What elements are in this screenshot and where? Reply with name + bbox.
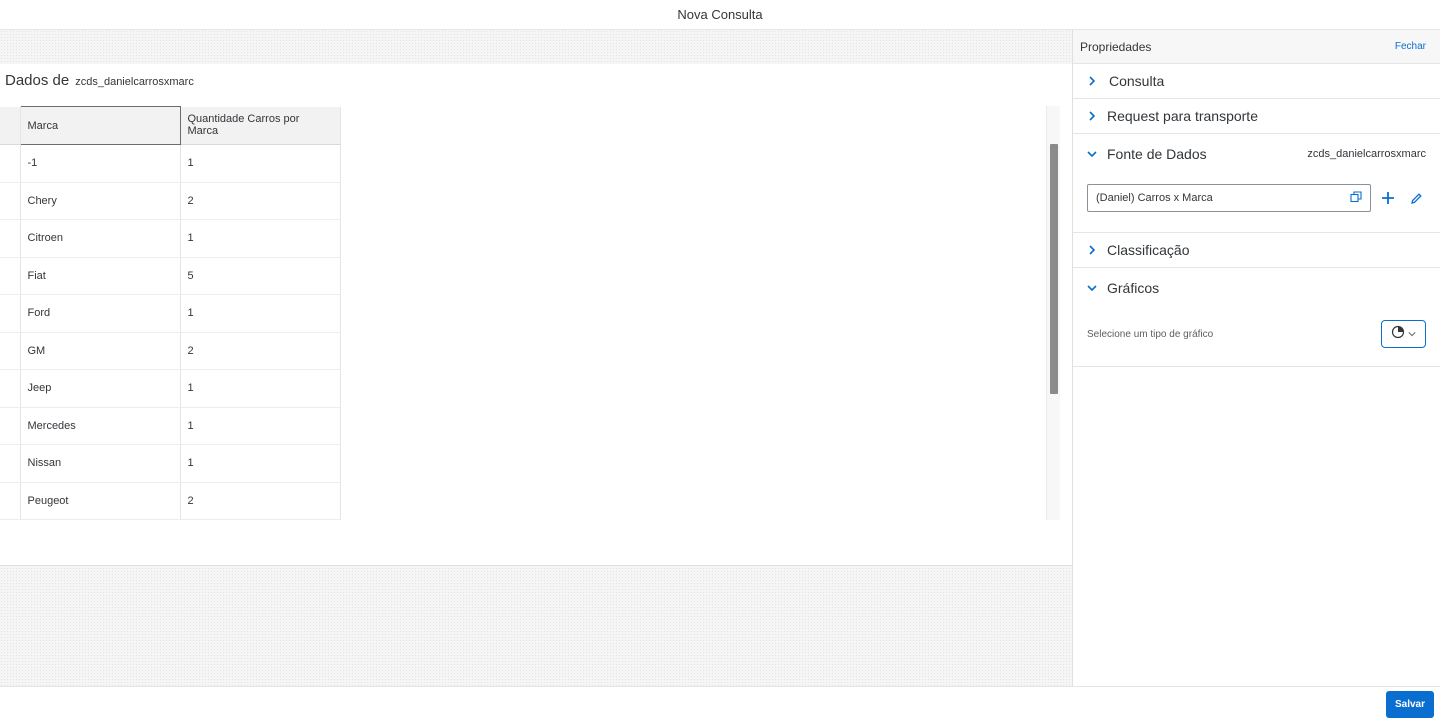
chevron-down-icon <box>1087 149 1097 159</box>
chevron-right-icon <box>1087 76 1097 86</box>
table-row: Jeep 1 <box>0 369 341 408</box>
row-selector <box>0 482 21 520</box>
table-row: -1 1 <box>0 144 341 183</box>
section-header-fonte[interactable]: Fonte de Dados zcds_danielcarrosxmarc <box>1087 134 1426 174</box>
scrollbar-thumb[interactable] <box>1050 144 1058 394</box>
data-title-label: Dados de <box>5 72 70 89</box>
save-button[interactable]: Salvar <box>1386 691 1434 718</box>
table-row: Ford 1 <box>0 294 341 333</box>
table-row: Fiat 5 <box>0 257 341 295</box>
table-row: GM 2 <box>0 332 341 370</box>
table-cell[interactable]: 1 <box>180 369 341 408</box>
chevron-down-icon <box>1408 325 1416 343</box>
table-cell[interactable]: Chery <box>20 182 181 220</box>
table-cell[interactable]: 2 <box>180 182 341 220</box>
section-label: Consulta <box>1109 73 1165 89</box>
title-bar: Nova Consulta <box>0 0 1440 30</box>
section-fonte-de-dados: Fonte de Dados zcds_danielcarrosxmarc (D… <box>1073 134 1440 233</box>
table-cell[interactable]: Peugeot <box>20 482 181 520</box>
chart-type-icon <box>1391 325 1405 344</box>
section-label: Gráficos <box>1107 280 1160 296</box>
table-cell[interactable]: Mercedes <box>20 407 181 445</box>
table-vertical-scrollbar[interactable] <box>1046 106 1060 520</box>
table-cell[interactable]: 2 <box>180 482 341 520</box>
table-cell[interactable]: 1 <box>180 407 341 445</box>
chart-type-select[interactable] <box>1381 320 1426 348</box>
row-selector <box>0 369 21 408</box>
section-label: Request para transporte <box>1107 108 1258 124</box>
section-header-classificacao[interactable]: Classificação <box>1087 233 1426 267</box>
table-cell[interactable]: 1 <box>180 444 341 483</box>
section-header-request[interactable]: Request para transporte <box>1087 99 1426 133</box>
table-cell[interactable]: 2 <box>180 332 341 370</box>
column-header-marca[interactable]: Marca <box>19 106 181 145</box>
section-label: Fonte de Dados <box>1107 146 1207 162</box>
table-row: Nissan 1 <box>0 444 341 483</box>
table-cell[interactable]: Ford <box>20 294 181 333</box>
section-consulta: Consulta <box>1073 64 1440 99</box>
table-cell[interactable]: Nissan <box>20 444 181 483</box>
table-row: Citroen 1 <box>0 219 341 258</box>
table-cell[interactable]: 1 <box>180 294 341 333</box>
add-icon[interactable] <box>1379 188 1399 208</box>
table-cell[interactable]: 1 <box>180 144 341 183</box>
properties-header: Propriedades Fechar <box>1073 30 1440 64</box>
row-selector <box>0 144 21 183</box>
footer-toolbar: Salvar <box>0 686 1440 720</box>
row-selector <box>0 407 21 445</box>
section-graficos: Gráficos Selecione um tipo de gráfico <box>1073 268 1440 367</box>
section-header-graficos[interactable]: Gráficos <box>1087 268 1426 308</box>
section-header-consulta[interactable]: Consulta <box>1087 64 1426 98</box>
row-selector <box>0 219 21 258</box>
datasource-value: (Daniel) Carros x Marca <box>1096 192 1213 204</box>
section-label: Classificação <box>1107 242 1190 258</box>
main-area: Dados de zcds_danielcarrosxmarc Marca Qu… <box>0 30 1072 686</box>
table-cell[interactable]: 5 <box>180 257 341 295</box>
datasource-row: (Daniel) Carros x Marca <box>1087 174 1426 232</box>
value-help-icon[interactable] <box>1350 190 1362 206</box>
chevron-right-icon <box>1087 111 1097 121</box>
close-link[interactable]: Fechar <box>1395 41 1426 52</box>
row-selector <box>0 182 21 220</box>
chart-type-hint: Selecione um tipo de gráfico <box>1087 328 1214 340</box>
column-header-quantidade[interactable]: Quantidade Carros por Marca <box>180 106 341 145</box>
properties-title: Propriedades <box>1080 39 1152 54</box>
table-row: Mercedes 1 <box>0 407 341 445</box>
data-title-source: zcds_danielcarrosxmarc <box>75 76 194 88</box>
table-row: Peugeot 2 <box>0 482 341 520</box>
data-table: Marca Quantidade Carros por Marca -1 1 Ch… <box>0 106 1060 520</box>
table-cell[interactable]: Jeep <box>20 369 181 408</box>
table-cell[interactable]: 1 <box>180 219 341 258</box>
table-cell[interactable]: Citroen <box>20 219 181 258</box>
data-preview-title: Dados de zcds_danielcarrosxmarc <box>5 72 194 89</box>
table-row: Chery 2 <box>0 182 341 220</box>
section-request: Request para transporte <box>1073 99 1440 134</box>
row-selector <box>0 444 21 483</box>
edit-icon[interactable] <box>1406 188 1426 208</box>
table-cell[interactable]: GM <box>20 332 181 370</box>
table-cell[interactable]: Fiat <box>20 257 181 295</box>
section-classificacao: Classificação <box>1073 233 1440 268</box>
window-title: Nova Consulta <box>677 7 763 22</box>
row-selector-header <box>0 106 21 145</box>
properties-panel: Propriedades Fechar Consulta Request par… <box>1072 30 1440 686</box>
chart-type-row: Selecione um tipo de gráfico <box>1087 308 1426 366</box>
row-selector <box>0 257 21 295</box>
datasource-input[interactable]: (Daniel) Carros x Marca <box>1087 184 1371 212</box>
row-selector <box>0 332 21 370</box>
chevron-down-icon <box>1087 283 1097 293</box>
table-header-row: Marca Quantidade Carros por Marca <box>0 106 341 145</box>
datasource-technical-name: zcds_danielcarrosxmarc <box>1307 148 1426 160</box>
chevron-right-icon <box>1087 245 1097 255</box>
row-selector <box>0 294 21 333</box>
table-cell[interactable]: -1 <box>20 144 181 183</box>
